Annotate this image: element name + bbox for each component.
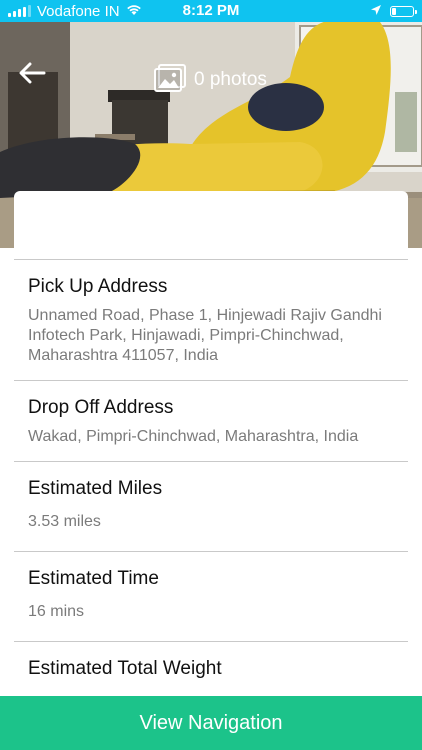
estimated-miles-label: Estimated Miles [28,478,163,499]
pickup-address-value: Unnamed Road, Phase 1, Hinjewadi Rajiv G… [28,307,382,364]
divider [14,551,408,552]
divider [14,380,408,381]
status-right [370,0,417,22]
pickup-address-label: Pick Up Address [28,276,168,297]
photo-count-label: 0 photos [194,69,267,90]
location-arrow-icon [370,3,382,20]
back-button[interactable] [18,62,52,96]
estimated-miles-value: 3.53 miles [28,513,101,530]
divider [14,461,408,462]
back-arrow-icon [19,62,46,84]
view-navigation-button[interactable]: View Navigation [0,696,422,750]
estimated-time-value: 16 mins [28,603,85,620]
dropoff-address-value: Wakad, Pimpri-Chinchwad, Maharashtra, In… [28,428,359,445]
details-card [14,191,408,259]
status-time: 8:12 PM [182,2,240,19]
battery-fill [392,7,396,15]
divider [14,259,408,260]
divider [14,641,408,642]
estimated-time-label: Estimated Time [28,568,159,589]
dropoff-address-label: Drop Off Address [28,397,174,418]
battery-icon [390,5,417,17]
estimated-weight-label: Estimated Total Weight [28,658,222,679]
status-bar: Vodafone IN 8:12 PM [0,0,422,22]
photo-count-button[interactable]: 0 photos [154,64,267,96]
photos-icon [154,64,188,95]
